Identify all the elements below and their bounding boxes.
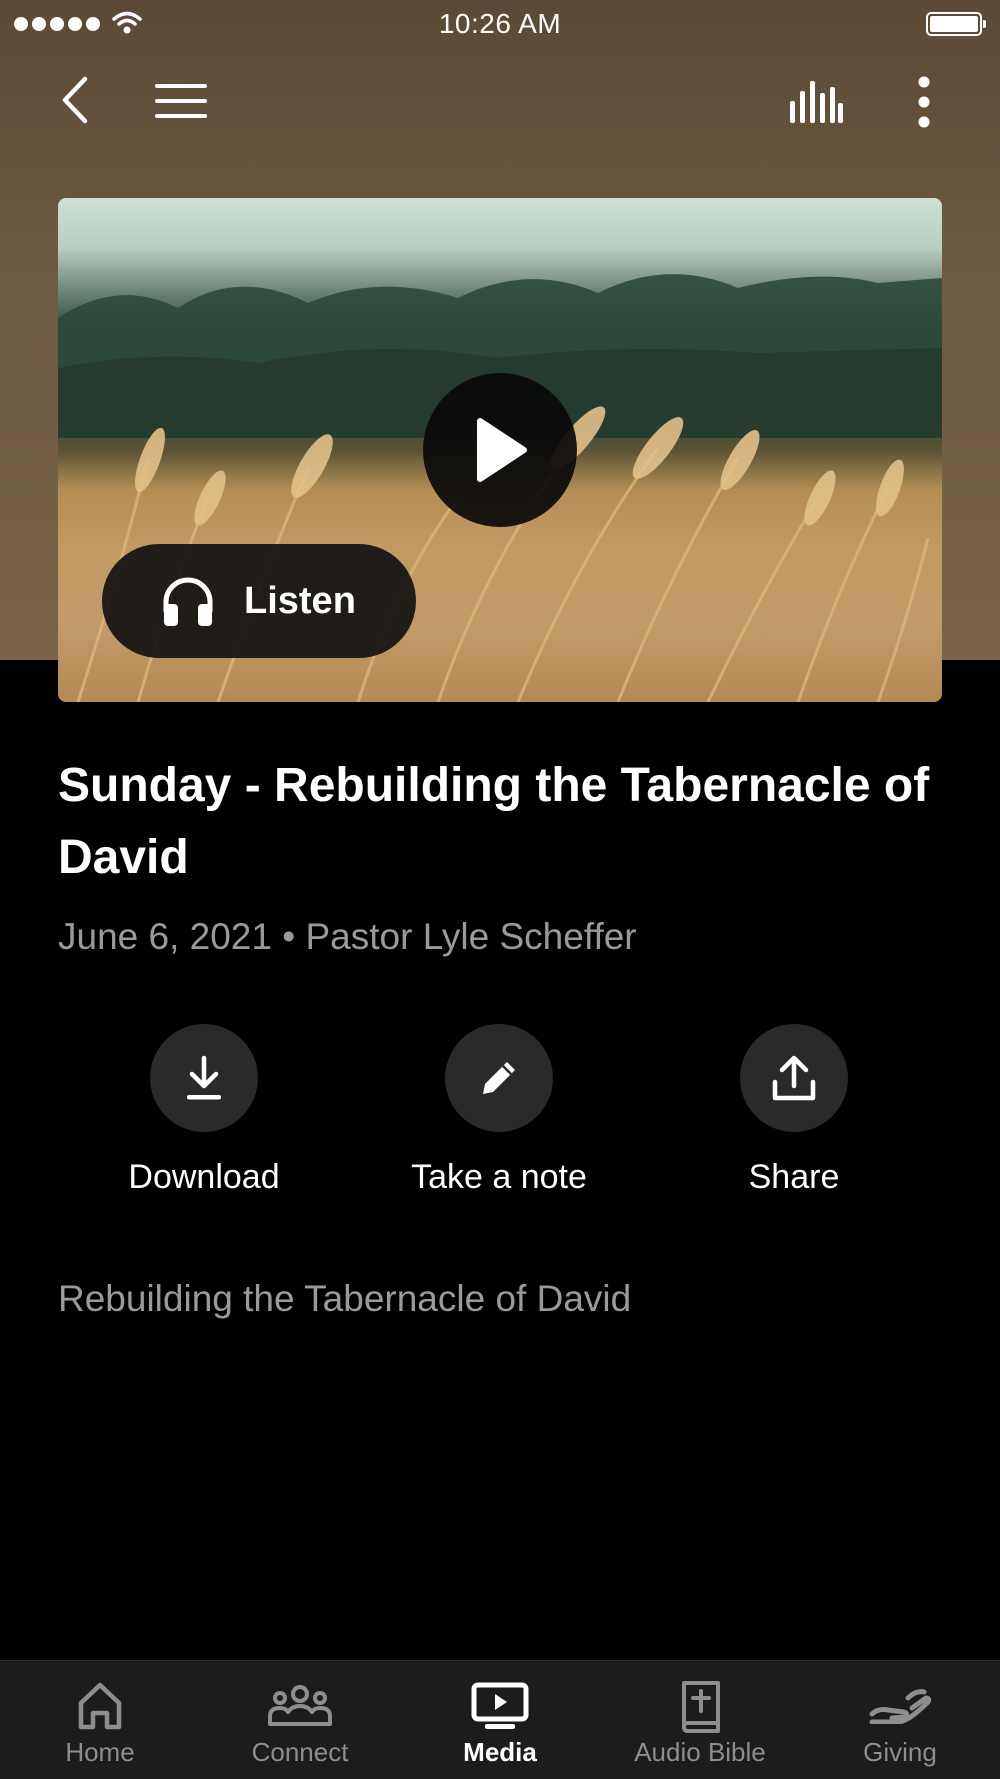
action-row: Download Take a note Share: [0, 1024, 1000, 1204]
meta-separator: •: [282, 916, 296, 957]
pencil-icon: [483, 1062, 515, 1094]
share-icon: [772, 1055, 816, 1101]
share-circle[interactable]: [740, 1024, 848, 1132]
sermon-speaker: Pastor Lyle Scheffer: [305, 916, 637, 957]
tab-media-label: Media: [463, 1737, 537, 1767]
more-vertical-icon: [918, 76, 930, 128]
sermon-meta: June 6, 2021 • Pastor Lyle Scheffer: [58, 916, 637, 958]
sermon-artwork: Listen: [58, 198, 942, 702]
tab-bar: Home Connect Media Audio Bible Giving: [0, 1660, 1000, 1779]
tab-connect-label: Connect: [251, 1737, 349, 1767]
tab-media[interactable]: Media: [400, 1661, 600, 1779]
take-note-label: Take a note: [411, 1158, 587, 1196]
status-bar: 10:26 AM: [0, 0, 1000, 50]
audio-bars-icon: [790, 81, 843, 123]
play-icon: [477, 418, 527, 482]
take-note-circle[interactable]: [445, 1024, 553, 1132]
sermon-date: June 6, 2021: [58, 916, 272, 957]
download-button[interactable]: Download: [94, 1024, 314, 1197]
share-button[interactable]: Share: [684, 1024, 904, 1197]
take-note-button[interactable]: Take a note: [389, 1024, 609, 1197]
sermon-title: Sunday - Rebuilding the Tabernacle of Da…: [58, 759, 930, 884]
status-time: 10:26 AM: [438, 8, 562, 39]
tab-audio-bible-label: Audio Bible: [634, 1737, 766, 1767]
tab-audio-bible[interactable]: Audio Bible: [600, 1661, 800, 1779]
download-label: Download: [128, 1158, 280, 1196]
audio-button[interactable]: [786, 76, 846, 128]
download-circle[interactable]: [150, 1024, 258, 1132]
share-label: Share: [748, 1158, 840, 1196]
giving-hand-icon: [869, 1689, 932, 1724]
play-button[interactable]: [423, 373, 577, 527]
more-button[interactable]: [904, 74, 944, 130]
chevron-left-icon: [62, 76, 88, 124]
headphones-icon: [163, 577, 213, 626]
tab-giving-label: Giving: [863, 1737, 937, 1767]
listen-button[interactable]: Listen: [102, 544, 416, 658]
hamburger-icon: [155, 84, 207, 118]
menu-button[interactable]: [150, 76, 212, 126]
tab-giving[interactable]: Giving: [800, 1661, 1000, 1779]
listen-label: Listen: [244, 579, 356, 622]
people-icon: [268, 1685, 332, 1726]
tab-home[interactable]: Home: [0, 1661, 200, 1779]
tab-connect[interactable]: Connect: [200, 1661, 400, 1779]
battery-icon: [926, 12, 986, 36]
download-icon: [187, 1055, 221, 1100]
back-button[interactable]: [50, 70, 100, 130]
tab-home-label: Home: [65, 1737, 135, 1767]
home-icon: [78, 1682, 122, 1730]
media-icon: [471, 1682, 529, 1729]
bible-icon: [682, 1681, 720, 1733]
sermon-description: Rebuilding the Tabernacle of David: [58, 1278, 632, 1319]
